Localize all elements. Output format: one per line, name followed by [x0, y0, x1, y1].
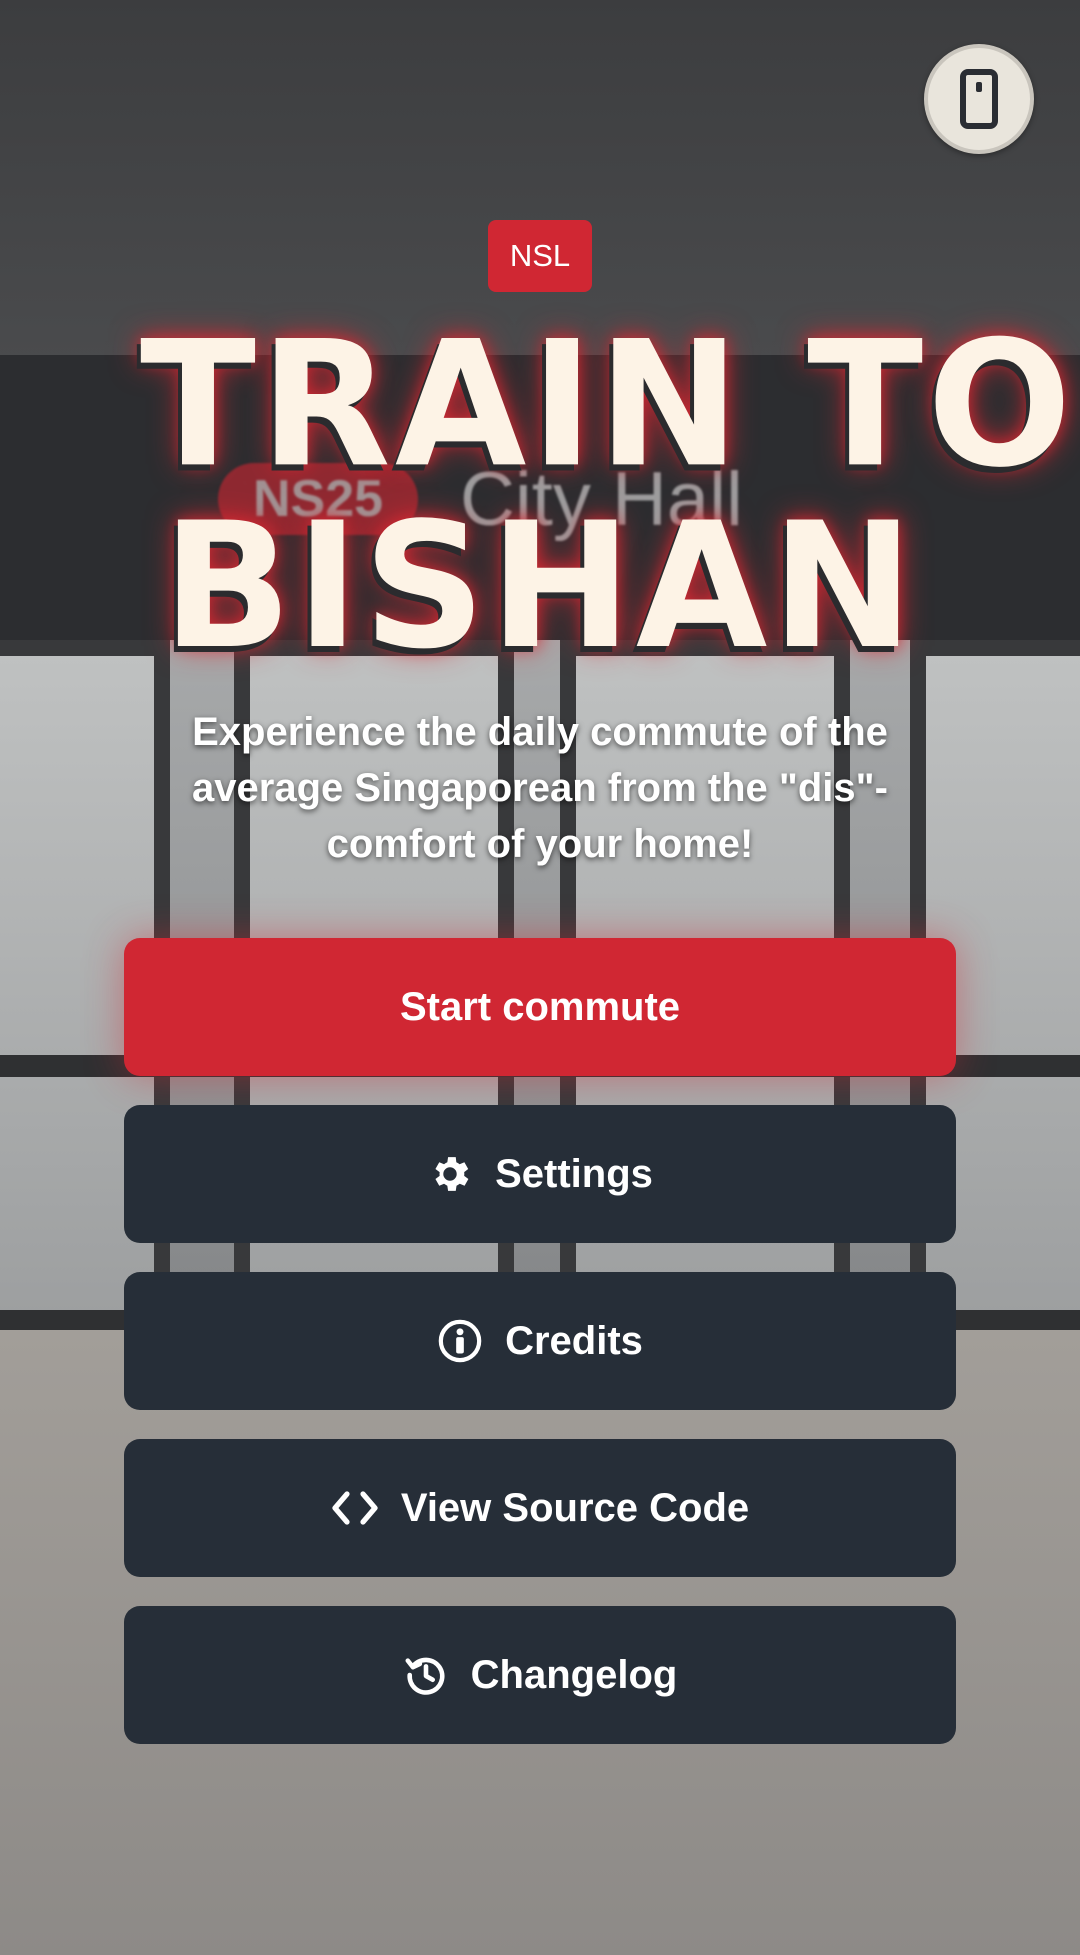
view-source-code-label: View Source Code	[400, 1485, 750, 1530]
rotate-screen-button[interactable]	[924, 44, 1034, 154]
start-commute-label: Start commute	[399, 984, 681, 1029]
start-commute-button[interactable]: Start commute	[124, 938, 956, 1076]
phone-icon	[960, 69, 998, 129]
view-source-code-button[interactable]: View Source Code	[124, 1439, 956, 1577]
info-person-icon	[437, 1318, 483, 1364]
game-title: TRAIN TO BISHAN	[140, 304, 1076, 688]
title-line-1: TRAIN TO	[140, 304, 1076, 507]
settings-label: Settings	[495, 1151, 653, 1196]
credits-label: Credits	[505, 1318, 643, 1363]
changelog-label: Changelog	[470, 1652, 678, 1697]
changelog-button[interactable]: Changelog	[124, 1606, 956, 1744]
code-icon	[331, 1488, 379, 1528]
title-line-2: BISHAN	[162, 485, 918, 688]
credits-button[interactable]: Credits	[124, 1272, 956, 1410]
history-icon	[403, 1652, 449, 1698]
subtitle: Experience the daily commute of the aver…	[192, 710, 888, 866]
settings-button[interactable]: Settings	[124, 1105, 956, 1243]
line-badge: NSL	[488, 220, 592, 292]
gear-icon	[427, 1151, 473, 1197]
